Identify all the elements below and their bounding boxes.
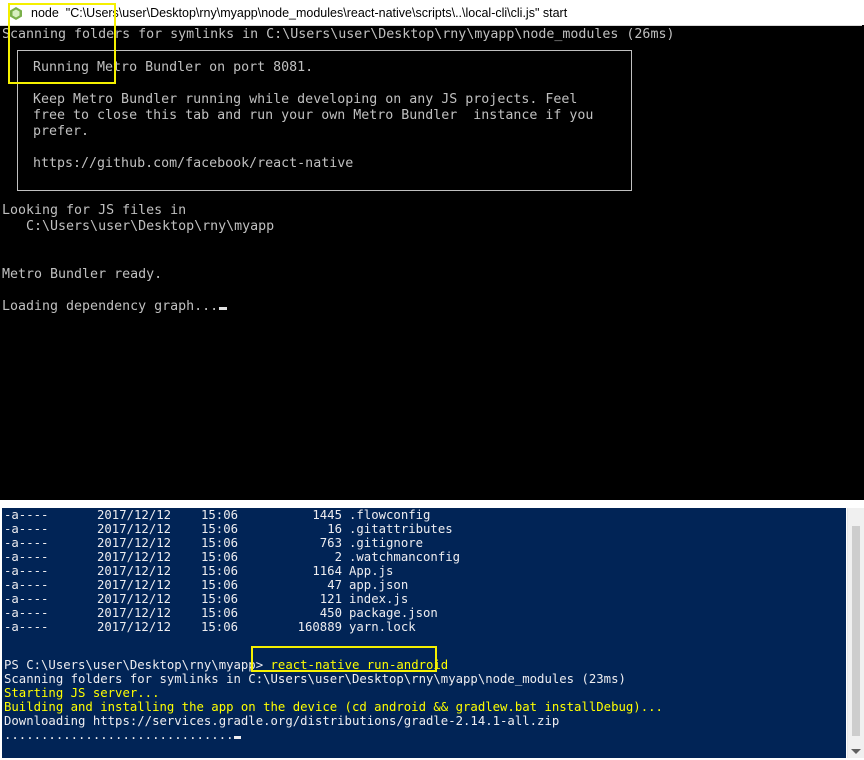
ps-downloading-line: Downloading https://services.gradle.org/… xyxy=(4,714,560,728)
file-size: 160889 xyxy=(297,620,342,634)
file-name: App.js xyxy=(349,564,394,578)
file-row: -a---- 2017/12/12 15:06 1164 App.js xyxy=(4,564,604,578)
node-looking-line: Looking for JS files in xyxy=(2,203,187,218)
file-date: 2017/12/12 xyxy=(97,522,172,536)
node-console-window[interactable]: node "C:\Users\user\Desktop\rny\myapp\no… xyxy=(0,0,864,500)
node-ready-line: Metro Bundler ready. xyxy=(2,267,163,282)
file-date: 2017/12/12 xyxy=(97,564,172,578)
file-name: yarn.lock xyxy=(349,620,416,634)
file-date: 2017/12/12 xyxy=(97,592,172,606)
file-mode: -a---- xyxy=(4,620,49,634)
banner-line-running: Running Metro Bundler on port 8081. xyxy=(33,60,314,75)
ps-prompt: PS C:\Users\user\Desktop\rny\myapp> xyxy=(4,658,271,672)
file-row: -a---- 2017/12/12 15:06 121 index.js xyxy=(4,592,604,606)
node-window-title: node "C:\Users\user\Desktop\rny\myapp\no… xyxy=(31,5,568,20)
node-console-cursor xyxy=(219,307,228,310)
node-loading-text: Loading dependency graph... xyxy=(2,299,219,314)
file-size: 763 xyxy=(319,536,342,550)
file-mode: -a---- xyxy=(4,550,49,564)
file-row: -a---- 2017/12/12 15:06 160889 yarn.lock xyxy=(4,620,604,634)
file-name: app.json xyxy=(349,578,409,592)
file-row: -a---- 2017/12/12 15:06 450 package.json xyxy=(4,606,604,620)
file-mode: -a---- xyxy=(4,508,49,522)
file-mode: -a---- xyxy=(4,578,49,592)
ps-command-line: PS C:\Users\user\Desktop\rny\myapp> reac… xyxy=(4,658,448,672)
banner-line-url: https://github.com/facebook/react-native xyxy=(33,156,354,171)
ps-progress-line: ............................... xyxy=(4,728,241,742)
file-size: 47 xyxy=(327,578,342,592)
node-loading-line: Loading dependency graph... xyxy=(2,299,228,315)
node-scan-line: Scanning folders for symlinks in C:\User… xyxy=(2,27,675,42)
file-mode: -a---- xyxy=(4,536,49,550)
file-mode: -a---- xyxy=(4,592,49,606)
file-name: index.js xyxy=(349,592,409,606)
file-name: package.json xyxy=(349,606,438,620)
file-row: -a---- 2017/12/12 15:06 16 .gitattributes xyxy=(4,522,604,536)
ps-starting-line: Starting JS server... xyxy=(4,686,160,700)
file-mode: -a---- xyxy=(4,606,49,620)
ps-command: react-native run-android xyxy=(270,658,449,672)
metro-banner-box: Running Metro Bundler on port 8081. Keep… xyxy=(17,50,632,191)
file-size: 1445 xyxy=(312,508,342,522)
file-mode: -a---- xyxy=(4,522,49,536)
file-mode: -a---- xyxy=(4,564,49,578)
file-date: 2017/12/12 xyxy=(97,550,172,564)
file-date: 2017/12/12 xyxy=(97,578,172,592)
file-name: .watchmanconfig xyxy=(349,550,461,564)
ps-building-line: Building and installing the app on the d… xyxy=(4,700,663,714)
file-size: 450 xyxy=(319,606,342,620)
scroll-down-arrow-icon[interactable] xyxy=(851,749,861,754)
file-size: 1164 xyxy=(312,564,342,578)
file-row: -a---- 2017/12/12 15:06 47 app.json xyxy=(4,578,604,592)
file-date: 2017/12/12 xyxy=(97,536,172,550)
ps-scan-line: Scanning folders for symlinks in C:\User… xyxy=(4,672,626,686)
file-date: 2017/12/12 xyxy=(97,620,172,634)
node-app-icon xyxy=(10,6,22,20)
file-name: .flowconfig xyxy=(349,508,431,522)
node-window-titlebar[interactable]: node "C:\Users\user\Desktop\rny\myapp\no… xyxy=(0,0,864,26)
file-size: 121 xyxy=(319,592,342,606)
powershell-window[interactable]: -a---- 2017/12/12 15:06 1445 .flowconfig -a--… xyxy=(0,500,864,760)
banner-line-keep: Keep Metro Bundler running while develop… xyxy=(33,92,578,107)
ps-console-cursor xyxy=(233,736,241,739)
ps-progress-dots: ............................... xyxy=(4,728,234,742)
file-row: -a---- 2017/12/12 15:06 2 .watchmanconfig xyxy=(4,550,604,564)
banner-line-prefer: prefer. xyxy=(33,124,90,139)
file-row: -a---- 2017/12/12 15:06 763 .gitignore xyxy=(4,536,604,550)
file-date: 2017/12/12 xyxy=(97,606,172,620)
file-size: 2 xyxy=(334,550,342,564)
ps-vertical-scrollbar[interactable] xyxy=(847,508,864,758)
ps-scrollbar-thumb[interactable] xyxy=(852,526,860,736)
file-size: 16 xyxy=(327,522,342,536)
banner-line-free: free to close this tab and run your own … xyxy=(33,108,594,123)
file-name: .gitattributes xyxy=(349,522,453,536)
file-date: 2017/12/12 xyxy=(97,508,172,522)
file-row: -a---- 2017/12/12 15:06 1445 .flowconfig xyxy=(4,508,604,522)
file-name: .gitignore xyxy=(349,536,424,550)
node-path-line: C:\Users\user\Desktop\rny\myapp xyxy=(2,219,275,234)
powershell-console[interactable]: -a---- 2017/12/12 15:06 1445 .flowconfig -a--… xyxy=(2,508,846,758)
